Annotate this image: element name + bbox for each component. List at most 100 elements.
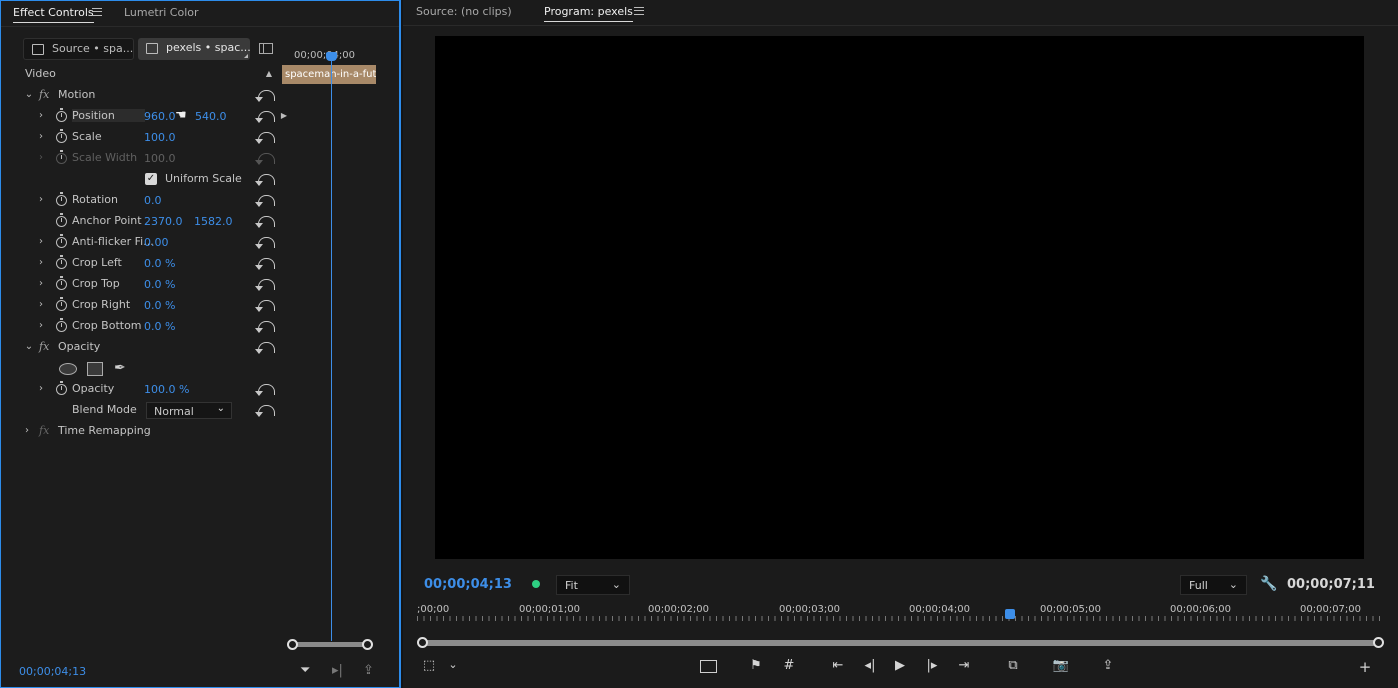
stopwatch-icon[interactable]: [56, 381, 67, 395]
tab-source[interactable]: Source: (no clips): [416, 5, 512, 18]
rectangle-mask-icon[interactable]: [87, 362, 103, 376]
settings-wrench-icon[interactable]: 🔧: [1260, 576, 1277, 592]
chevron-right-icon[interactable]: ›: [35, 257, 47, 269]
blend-mode-select[interactable]: Normal ⌄: [146, 402, 232, 419]
stopwatch-icon[interactable]: [56, 129, 67, 143]
chevron-down-icon[interactable]: ⌄: [23, 89, 35, 101]
fx-icon[interactable]: fx: [39, 88, 49, 101]
crop-top-value[interactable]: 0.0 %: [144, 278, 175, 291]
export-icon[interactable]: ⇪: [363, 663, 374, 678]
rotation-value[interactable]: 0.0: [144, 194, 162, 207]
anchor-y-value[interactable]: 1582.0: [194, 215, 233, 228]
pen-mask-icon[interactable]: ✒: [114, 360, 126, 376]
chevron-down-icon[interactable]: ⌄: [443, 658, 463, 671]
tab-lumetri-color[interactable]: Lumetri Color: [124, 6, 199, 19]
play-audio-icon[interactable]: ▸|: [332, 663, 343, 678]
sequence-clip-button[interactable]: pexels • spac...: [138, 38, 251, 60]
stopwatch-icon[interactable]: [56, 255, 67, 269]
stopwatch-icon[interactable]: [56, 108, 67, 122]
reset-icon[interactable]: [255, 216, 275, 228]
opacity-value[interactable]: 100.0 %: [144, 383, 189, 396]
reset-icon[interactable]: [255, 174, 275, 186]
reset-icon[interactable]: [255, 300, 275, 312]
crop-right-value[interactable]: 0.0 %: [144, 299, 175, 312]
step-back-icon[interactable]: ◂|: [860, 658, 880, 673]
filter-icon[interactable]: ⏷: [300, 663, 310, 678]
tab-program[interactable]: Program: pexels: [544, 5, 633, 22]
effect-opacity[interactable]: ⌄ fx Opacity: [1, 337, 281, 358]
zoom-select[interactable]: Fit ⌄: [556, 575, 630, 595]
panel-menu-icon[interactable]: [92, 8, 102, 16]
mini-scroll-right-handle[interactable]: [362, 639, 373, 650]
effect-motion[interactable]: ⌄ fx Motion: [1, 85, 281, 106]
mark-out-icon[interactable]: ⇥: [954, 658, 974, 673]
reset-icon[interactable]: [255, 132, 275, 144]
stopwatch-icon[interactable]: [56, 192, 67, 206]
chevron-right-icon[interactable]: ›: [35, 194, 47, 206]
mark-in-icon[interactable]: ⇤: [828, 658, 848, 673]
mini-timeline-scrollbar[interactable]: [287, 639, 373, 650]
scale-value[interactable]: 100.0: [144, 131, 176, 144]
add-marker-icon[interactable]: ⚑: [746, 658, 766, 673]
chevron-down-icon[interactable]: ⌄: [23, 341, 35, 353]
mini-timeline-clip[interactable]: spaceman-in-a-futu: [282, 65, 376, 84]
export-icon[interactable]: ⇪: [1098, 658, 1118, 673]
chevron-right-icon[interactable]: ›: [35, 236, 47, 248]
uniform-scale-checkbox[interactable]: ✓: [145, 173, 157, 185]
crop-left-value[interactable]: 0.0 %: [144, 257, 175, 270]
scroll-left-handle[interactable]: [417, 637, 428, 648]
effect-time-remapping[interactable]: › fx Time Remapping: [1, 421, 281, 442]
stopwatch-icon[interactable]: [56, 276, 67, 290]
stopwatch-icon[interactable]: [56, 213, 67, 227]
stopwatch-icon[interactable]: [56, 234, 67, 248]
stopwatch-icon[interactable]: [56, 318, 67, 332]
chevron-right-icon[interactable]: ›: [21, 425, 33, 437]
stopwatch-icon[interactable]: [56, 297, 67, 311]
position-y-value[interactable]: 540.0: [195, 110, 227, 123]
safe-margins-icon[interactable]: ⬚: [419, 658, 439, 673]
chevron-right-icon[interactable]: ›: [35, 131, 47, 143]
reset-icon[interactable]: [255, 90, 275, 102]
scrollbar-track[interactable]: [423, 640, 1379, 646]
fx-icon[interactable]: fx: [39, 340, 49, 353]
tab-effect-controls[interactable]: Effect Controls: [13, 6, 94, 23]
toggle-timeline-view-icon[interactable]: [259, 43, 273, 54]
step-forward-icon[interactable]: |▸: [922, 658, 942, 673]
grid-icon[interactable]: #: [779, 658, 799, 673]
chevron-right-icon[interactable]: ›: [35, 383, 47, 395]
ellipse-mask-icon[interactable]: [59, 363, 77, 375]
export-frame-camera-icon[interactable]: 📷: [1051, 658, 1071, 673]
add-button-icon[interactable]: +: [1355, 658, 1375, 676]
mini-scroll-left-handle[interactable]: [287, 639, 298, 650]
reset-icon[interactable]: [255, 237, 275, 249]
playhead-timecode[interactable]: 00;00;04;13: [424, 577, 512, 592]
source-clip-button[interactable]: Source • spa...: [23, 38, 134, 60]
effect-controls-timeline[interactable]: 00;00;04;00 spaceman-in-a-futu: [282, 41, 398, 641]
panel-menu-icon[interactable]: [634, 7, 644, 15]
program-video-frame[interactable]: [435, 36, 1364, 559]
chevron-right-icon[interactable]: ›: [35, 320, 47, 332]
toggle-proxies-icon[interactable]: [700, 660, 717, 673]
compare-view-icon[interactable]: ⧉: [1003, 658, 1023, 673]
time-ruler[interactable]: ;00;00 00;00;01;00 00;00;02;00 00;00;03;…: [417, 600, 1383, 622]
chevron-right-icon[interactable]: ›: [35, 278, 47, 290]
position-x-value[interactable]: 960.0: [144, 110, 176, 123]
reset-icon[interactable]: [255, 342, 275, 354]
reset-icon[interactable]: [255, 405, 275, 417]
play-icon[interactable]: ▶: [890, 658, 910, 673]
anti-flicker-value[interactable]: 0.00: [144, 236, 169, 249]
reset-icon[interactable]: [255, 258, 275, 270]
chevron-right-icon[interactable]: ›: [35, 299, 47, 311]
playhead-marker[interactable]: [1005, 609, 1015, 619]
crop-bottom-value[interactable]: 0.0 %: [144, 320, 175, 333]
mini-scrollbar-track[interactable]: [292, 642, 368, 647]
anchor-x-value[interactable]: 2370.0: [144, 215, 183, 228]
reset-icon[interactable]: [255, 195, 275, 207]
reset-icon[interactable]: [255, 384, 275, 396]
reset-icon[interactable]: [255, 279, 275, 291]
reset-icon[interactable]: [255, 111, 275, 123]
reset-icon[interactable]: [255, 321, 275, 333]
chevron-right-icon[interactable]: ›: [35, 110, 47, 122]
mini-playhead[interactable]: [326, 52, 337, 61]
monitor-zoom-scrollbar[interactable]: [417, 637, 1385, 648]
